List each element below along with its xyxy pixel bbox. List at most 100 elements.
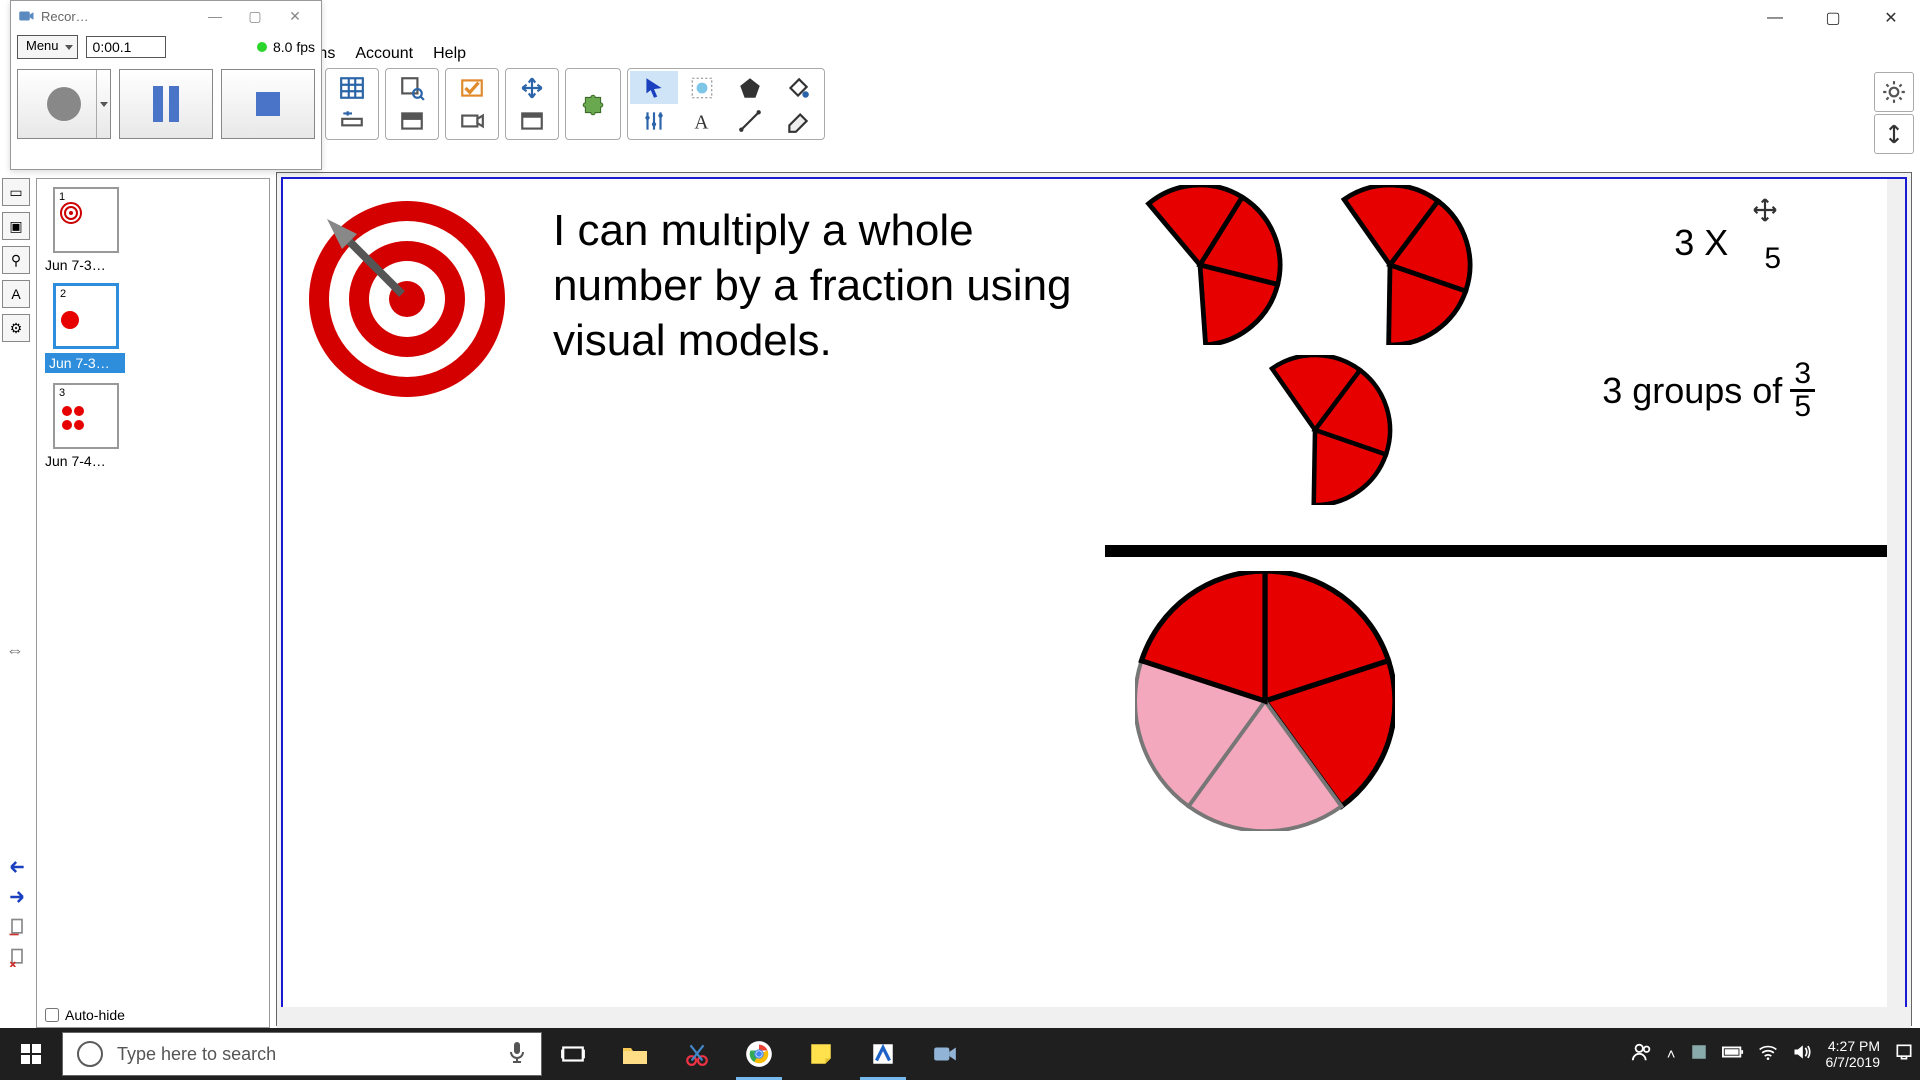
smart-notebook-icon[interactable] xyxy=(852,1028,914,1080)
window-icon[interactable] xyxy=(508,104,556,137)
eraser-icon[interactable] xyxy=(774,104,822,137)
pentagon-icon[interactable] xyxy=(726,71,774,104)
slide-canvas[interactable]: I can multiply a whole number by a fract… xyxy=(281,177,1907,1021)
vertical-scrollbar[interactable] xyxy=(1887,179,1907,1019)
thumbnail-1[interactable]: 1 Jun 7-3… xyxy=(45,187,125,273)
record-button[interactable] xyxy=(17,69,111,139)
svg-text:A: A xyxy=(694,112,708,133)
tray-chevron-icon[interactable]: ˄ xyxy=(1667,1046,1676,1063)
groups-den: 5 xyxy=(1794,392,1811,422)
recorder-app-icon xyxy=(17,7,35,25)
clock-date: 6/7/2019 xyxy=(1826,1054,1881,1070)
taskbar: Type here to search ˄ 4:27 PM 6/7/2019 xyxy=(0,1028,1920,1080)
puzzle-icon[interactable] xyxy=(568,71,618,139)
record-status-dot xyxy=(257,42,267,52)
page-layout-icon[interactable]: ▭ xyxy=(2,178,30,206)
fraction-pie-3[interactable] xyxy=(1235,355,1395,505)
menu-account[interactable]: Account xyxy=(347,43,421,65)
canvas-container: I can multiply a whole number by a fract… xyxy=(276,172,1912,1026)
record-dropdown[interactable] xyxy=(96,70,110,138)
battery-icon[interactable] xyxy=(1722,1045,1744,1063)
expand-vertical-icon[interactable] xyxy=(1874,114,1914,154)
sliders-icon[interactable] xyxy=(630,104,678,137)
snipping-icon[interactable] xyxy=(666,1028,728,1080)
cortana-icon xyxy=(77,1041,103,1067)
zoom-icon[interactable] xyxy=(388,71,436,104)
toolbar: A xyxy=(325,68,825,140)
window-minimize[interactable]: — xyxy=(1746,0,1804,36)
nav-page-delete-icon[interactable] xyxy=(4,944,30,970)
recorder-close[interactable]: ✕ xyxy=(275,2,315,30)
side-toolbar: ▭ ▣ ⚲ A ⚙ xyxy=(2,178,34,342)
stop-button[interactable] xyxy=(221,69,315,139)
volume-icon[interactable] xyxy=(1792,1043,1812,1065)
fraction-pie-2[interactable] xyxy=(1305,185,1475,345)
fraction-pie-full[interactable] xyxy=(1135,571,1395,831)
frame-icon[interactable]: ▣ xyxy=(2,212,30,240)
learning-objective: I can multiply a whole number by a fract… xyxy=(553,203,1093,368)
clock[interactable]: 4:27 PM 6/7/2019 xyxy=(1826,1038,1881,1070)
recorder-fps: 8.0 fps xyxy=(257,39,315,55)
start-button[interactable] xyxy=(0,1028,62,1080)
thumb-num: 3 xyxy=(59,387,65,399)
bucket-icon[interactable] xyxy=(774,71,822,104)
mic-icon[interactable] xyxy=(507,1040,527,1069)
check-icon[interactable] xyxy=(448,71,496,104)
table-icon[interactable] xyxy=(328,71,376,104)
tray-app1-icon[interactable] xyxy=(1690,1043,1708,1065)
recorder-minimize[interactable]: — xyxy=(195,2,235,30)
window-maximize[interactable]: ▢ xyxy=(1804,0,1862,36)
window-close[interactable]: ✕ xyxy=(1862,0,1920,36)
thumb-num: 2 xyxy=(60,288,66,300)
recorder-window: Recor… — ▢ ✕ Menu 0:00.1 8.0 fps xyxy=(10,0,322,170)
gear-side-icon[interactable]: ⚙ xyxy=(2,314,30,342)
chrome-icon[interactable] xyxy=(728,1028,790,1080)
taskbar-search[interactable]: Type here to search xyxy=(62,1032,542,1076)
circle-select-icon[interactable] xyxy=(678,71,726,104)
groups-num: 3 xyxy=(1790,359,1815,392)
menu-help[interactable]: Help xyxy=(425,43,474,65)
camera-icon[interactable] xyxy=(448,104,496,137)
expression-3x3over5[interactable]: 3 X 35 xyxy=(1674,211,1785,274)
attach-icon[interactable]: ⚲ xyxy=(2,246,30,274)
text-icon[interactable]: A xyxy=(678,104,726,137)
people-icon[interactable] xyxy=(1631,1041,1653,1067)
wifi-icon[interactable] xyxy=(1758,1043,1778,1065)
task-view-icon[interactable] xyxy=(542,1028,604,1080)
horizontal-scrollbar[interactable] xyxy=(277,1007,1911,1029)
nav-page-up-icon[interactable] xyxy=(4,914,30,940)
move-handle-icon[interactable] xyxy=(1752,197,1778,223)
panel-collapse-handle[interactable]: ⇔ xyxy=(6,640,24,661)
pause-button[interactable] xyxy=(119,69,213,139)
thumb-caption: Jun 7-3… xyxy=(45,257,125,273)
thumbnail-panel: 1 Jun 7-3… 2 Jun 7-3… 3 Jun 7-4… Auto-hi… xyxy=(36,178,270,1028)
autohide-checkbox[interactable]: Auto-hide xyxy=(45,1007,125,1023)
nav-back-icon[interactable] xyxy=(4,854,30,880)
recorder-taskbar-icon[interactable] xyxy=(914,1028,976,1080)
recorder-maximize[interactable]: ▢ xyxy=(235,2,275,30)
bullseye-image xyxy=(307,199,507,399)
expr-whole: 3 X xyxy=(1674,222,1728,264)
nav-forward-icon[interactable] xyxy=(4,884,30,910)
thumbnail-2[interactable]: 2 Jun 7-3… xyxy=(45,283,125,373)
gear-icon[interactable] xyxy=(1874,72,1914,112)
sticky-notes-icon[interactable] xyxy=(790,1028,852,1080)
expression-groups[interactable]: 3 groups of 35 xyxy=(1602,359,1815,422)
recorder-title-text: Recor… xyxy=(41,9,89,24)
shade-icon[interactable] xyxy=(388,104,436,137)
notifications-icon[interactable] xyxy=(1894,1042,1914,1066)
text-labels-icon[interactable]: A xyxy=(2,280,30,308)
thumb-caption: Jun 7-3… xyxy=(45,353,125,373)
groups-text: 3 groups of xyxy=(1602,370,1782,412)
line-icon[interactable] xyxy=(726,104,774,137)
file-explorer-icon[interactable] xyxy=(604,1028,666,1080)
ruler-icon[interactable] xyxy=(328,104,376,137)
fraction-pie-1[interactable] xyxy=(1115,185,1285,345)
expr-den: 5 xyxy=(1764,244,1781,274)
thumb-caption: Jun 7-4… xyxy=(45,453,125,469)
pointer-icon[interactable] xyxy=(630,71,678,104)
divider-line xyxy=(1105,545,1887,557)
thumbnail-3[interactable]: 3 Jun 7-4… xyxy=(45,383,125,469)
arrows-cross-icon[interactable] xyxy=(508,71,556,104)
recorder-menu-dropdown[interactable]: Menu xyxy=(17,35,78,59)
